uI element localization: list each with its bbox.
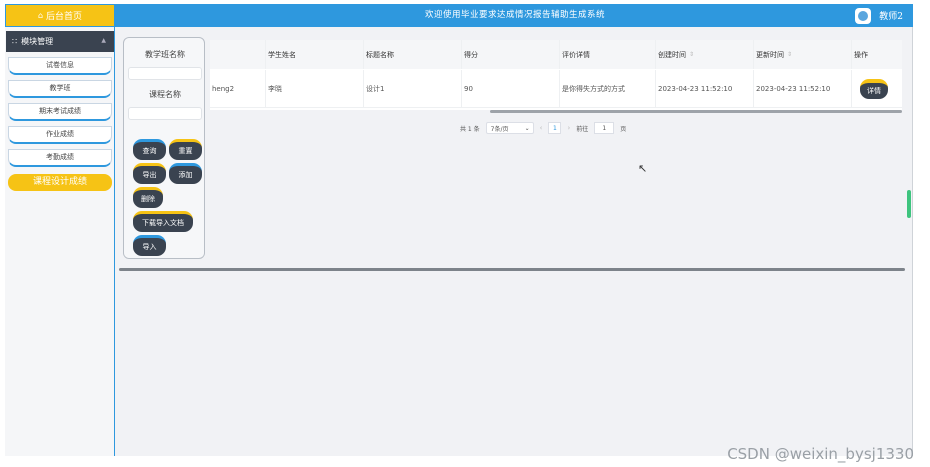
column-header-evaluation: 评价详情 [560,40,656,69]
sidebar-item-course-design-scores[interactable]: 课程设计成绩 [8,174,112,191]
sidebar-item-teaching-class[interactable]: 教学班 [8,80,112,98]
query-button[interactable]: 查询 [133,139,166,160]
page-size-select[interactable]: 7条/页 ⌄ [485,122,534,134]
goto-label: 前往 [576,125,589,133]
cell-student-name: 李晓 [266,70,364,107]
mouse-cursor-icon: ↖ [638,162,648,175]
content-horizontal-scrollbar[interactable] [119,268,905,271]
data-table: 学生姓名 标题名称 得分 评价详情 创建时间 ⇕ 更新时间 ⇕ 操作 heng2 李… [210,40,902,113]
class-name-label: 教学班名称 [145,50,185,59]
cell-actions: 详情 [852,70,902,107]
table-row: heng2 李晓 设计1 90 是你得失方式的方式 2023-04-23 11:… [210,70,902,108]
created-time-label: 创建时间 [658,50,686,59]
home-icon: ⌂ [37,11,44,20]
cell-account: heng2 [210,70,266,107]
pagination: 共 1 条 7条/页 ⌄ ‹ 1 › 前往 1 页 [460,121,626,135]
page-size-value: 7条/页 [490,125,509,133]
prev-page-icon[interactable]: ‹ [540,124,543,132]
cell-evaluation: 是你得失方式的方式 [560,70,656,107]
user-icon [858,10,869,21]
user-name: 教师2 [879,12,903,22]
sort-icon[interactable]: ⇕ [689,51,694,58]
cell-title: 设计1 [364,70,462,107]
course-name-input[interactable] [128,107,202,120]
column-header-updated-time[interactable]: 更新时间 ⇕ [754,40,852,69]
avatar[interactable] [855,7,872,24]
system-title: 欢迎使用毕业要求达成情况报告辅助生成系统 [424,10,605,20]
goto-page-input[interactable]: 1 [594,122,615,134]
cell-score: 90 [462,70,560,107]
sidebar-section-label: 模块管理 [21,37,54,46]
sort-icon[interactable]: ⇕ [787,51,792,58]
cell-created-time: 2023-04-23 11:52:10 [656,70,754,107]
watermark: CSDN @weixin_bysj1330 [727,445,914,463]
page-unit-label: 页 [620,125,627,133]
download-template-button[interactable]: 下载导入文档 [133,211,193,232]
sidebar-item-final-exam-scores[interactable]: 期末考试成绩 [8,103,112,121]
sidebar-section-header[interactable]: ∷ 模块管理 ▲ [6,31,114,52]
column-header-score: 得分 [462,40,560,69]
user-menu[interactable]: 教师2 [855,4,903,27]
column-header-title: 标题名称 [364,40,462,69]
export-button[interactable]: 导出 [133,163,166,184]
column-header-student-name: 学生姓名 [266,40,364,69]
top-bar: ⌂ 后台首页 欢迎使用毕业要求达成情况报告辅助生成系统 教师2 [5,4,913,27]
page-number[interactable]: 1 [548,122,562,134]
chevron-up-icon: ▲ [101,37,106,44]
sidebar: ∷ 模块管理 ▲ 试卷信息 教学班 期末考试成绩 作业成绩 考勤成绩 课程设计成… [5,27,115,456]
grid-icon: ∷ [12,37,18,46]
chevron-down-icon: ⌄ [524,124,530,132]
import-button[interactable]: 导入 [133,235,166,256]
next-page-icon[interactable]: › [567,124,570,132]
table-horizontal-scrollbar[interactable] [490,110,902,113]
add-button[interactable]: 添加 [169,163,202,184]
column-header-created-time[interactable]: 创建时间 ⇕ [656,40,754,69]
pagination-total: 共 1 条 [460,125,480,133]
sidebar-item-attendance-scores[interactable]: 考勤成绩 [8,149,112,167]
class-name-input[interactable] [128,67,202,80]
updated-time-label: 更新时间 [756,50,784,59]
reset-button[interactable]: 重置 [169,139,202,160]
cell-updated-time: 2023-04-23 11:52:10 [754,70,852,107]
home-button[interactable]: ⌂ 后台首页 [6,5,114,26]
vertical-scrollbar[interactable] [907,190,911,218]
column-header [210,40,266,69]
delete-button[interactable]: 删除 [133,187,163,208]
detail-button[interactable]: 详情 [860,78,888,99]
home-label: 后台首页 [46,12,83,22]
sidebar-item-exam-info[interactable]: 试卷信息 [8,57,112,75]
course-name-label: 课程名称 [149,90,181,99]
sidebar-item-homework-scores[interactable]: 作业成绩 [8,126,112,144]
column-header-actions: 操作 [854,50,868,59]
table-header: 学生姓名 标题名称 得分 评价详情 创建时间 ⇕ 更新时间 ⇕ 操作 [210,40,902,69]
search-panel: 教学班名称 课程名称 查询 重置 导出 添加 删除 下载导入文档 导入 [123,37,205,259]
